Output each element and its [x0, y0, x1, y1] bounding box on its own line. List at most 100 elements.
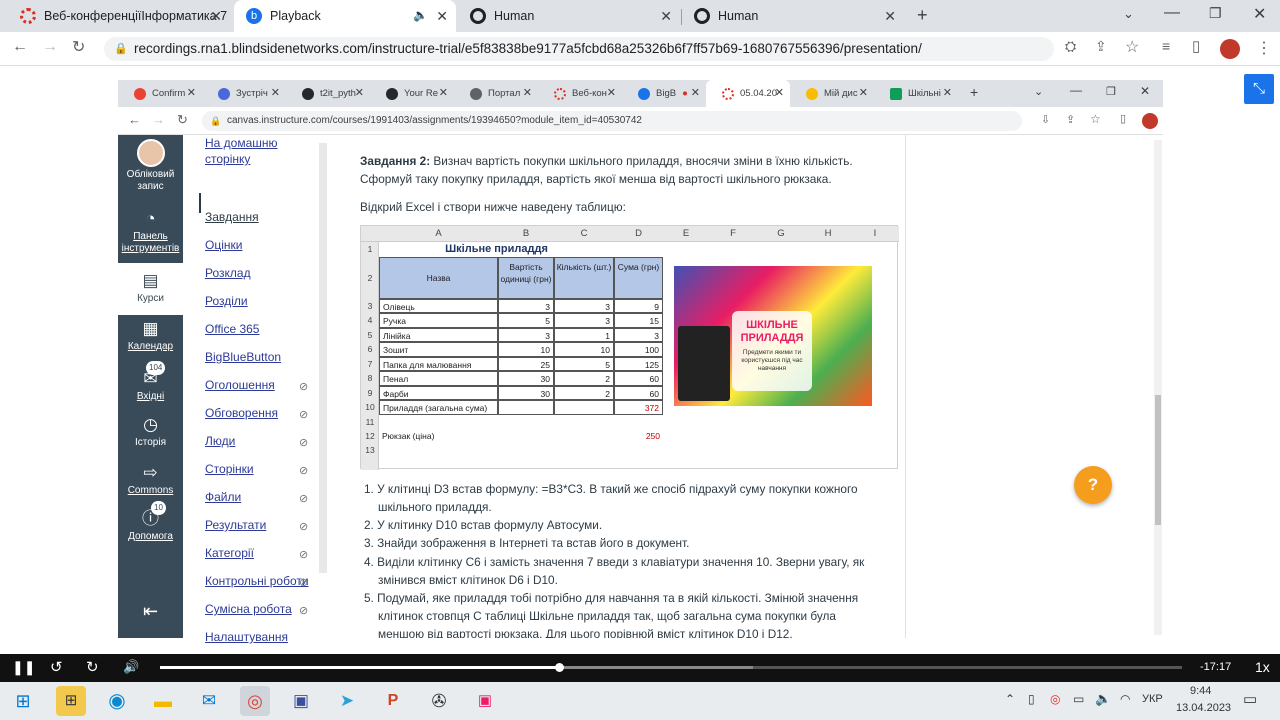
edge-icon[interactable]: ◉ [102, 686, 132, 716]
windows-start-icon[interactable]: ⊞ [8, 686, 38, 716]
reload-icon[interactable]: ↻ [72, 37, 85, 57]
bbb-favicon-icon [20, 8, 36, 24]
tab-human-1[interactable]: Human ✕ [458, 0, 680, 32]
hidden-eye-icon: ⊘ [299, 577, 309, 589]
table-cell: 9 [614, 299, 663, 313]
task-paragraph-2: Сформуй таку покупку приладдя, вартість … [360, 172, 832, 186]
url-field[interactable]: 🔒 recordings.rna1.blindsidenetworks.com/… [104, 37, 1054, 61]
wifi-icon[interactable]: ◠ [1120, 692, 1130, 706]
page-scrollbar-thumb [1155, 395, 1161, 525]
excel-sheet-image: A B C D E F G H I 1 2 3 4 5 6 7 8 9 10 11 12 13 Шкільне прилад… [360, 225, 899, 470]
column-header: G [777, 228, 785, 239]
lock-icon: 🔒 [210, 116, 222, 126]
share-icon[interactable]: ⇪ [1095, 38, 1107, 55]
minimize-icon: — [1070, 83, 1082, 97]
backpack-label: Рюкзак (ціна) [382, 431, 435, 441]
chrome-tray-icon[interactable]: ◎ [1050, 692, 1060, 706]
file-explorer-icon[interactable]: ▬ [148, 686, 178, 716]
course-nav-item: Обговорення [205, 406, 279, 420]
tab-search-icon[interactable]: ⌄ [1123, 6, 1134, 22]
inner-tab: t2it_pyth ✕ [286, 80, 370, 107]
step-5-cont: клітинок стовпця C таблиці Шкільне прила… [378, 609, 836, 623]
step-4-cont: змінився вміст клітинок D6 і D10. [378, 573, 558, 587]
row-number: 9 [367, 388, 373, 398]
bbb-logo-icon [638, 87, 650, 100]
inner-tab-active: 05.04.20 ✕ [706, 80, 790, 107]
inner-tab: Веб-кон ✕ [538, 80, 622, 107]
rewind-icon[interactable]: ↺ [50, 658, 63, 676]
course-nav-item: BigBlueButton [205, 350, 282, 364]
new-tab-icon[interactable]: + [917, 5, 928, 26]
table-cell: 3 [498, 299, 554, 313]
table-cell: 100 [614, 342, 663, 357]
tab-webconf[interactable]: Веб-конференціїІнформатика 7 ✕ [8, 0, 230, 32]
tab-playback[interactable]: b Playback 🔈 ✕ [234, 0, 456, 32]
telegram-icon[interactable]: ➤ [332, 686, 362, 716]
playback-speed[interactable]: 1x [1255, 659, 1270, 675]
close-icon[interactable]: ✕ [660, 8, 672, 25]
volume-tray-icon[interactable]: 🔈 [1095, 691, 1111, 707]
profile-avatar[interactable] [1220, 39, 1240, 59]
table-cell: Зошит [379, 342, 498, 357]
tab-human-2[interactable]: Human ✕ [682, 0, 904, 32]
bookmark-star-icon[interactable]: ☆ [1125, 37, 1139, 57]
bbb-logo-icon: b [246, 8, 262, 24]
minimize-icon[interactable]: — [1164, 4, 1180, 22]
language-indicator[interactable]: УКР [1142, 693, 1163, 705]
course-nav-item: Категорії [205, 546, 254, 560]
side-panel-icon[interactable]: ▯ [1192, 37, 1200, 55]
close-icon[interactable]: ✕ [436, 8, 448, 25]
profile-avatar [1142, 113, 1158, 129]
tray-expand-icon[interactable]: ⌃ [1005, 692, 1015, 706]
portal-icon [470, 87, 482, 100]
lock-icon: 🔒 [114, 43, 128, 55]
inner-tab-bar: Confirm ✕ Зустріч ✕ t2it_pyth ✕ Your Re ✕ По… [118, 80, 1163, 107]
progress-handle[interactable] [554, 663, 564, 672]
hidden-eye-icon: ⊘ [299, 549, 309, 561]
forward-icon[interactable]: → [42, 38, 58, 56]
step-2: 2. У клітинку D10 встав формулу Автосуми… [364, 518, 603, 532]
back-icon[interactable]: ← [12, 38, 28, 56]
notifications-icon[interactable]: ▭ [1243, 690, 1257, 708]
reading-list-icon[interactable]: ≡ [1162, 38, 1170, 54]
table-header: Кількість (шт.) [554, 257, 614, 299]
camera-app-icon[interactable]: ✇ [424, 686, 454, 716]
close-icon[interactable]: ✕ [210, 8, 222, 25]
course-nav-item: Файли [205, 490, 242, 504]
table-cell: 25 [498, 357, 554, 371]
table-header: Сума (грн) [614, 257, 663, 299]
translate-icon[interactable]: ⛭ [1065, 38, 1076, 55]
menu-icon[interactable]: ⋮ [1256, 38, 1272, 58]
battery-icon[interactable]: ▭ [1073, 692, 1084, 706]
store-icon[interactable]: ⊞ [56, 686, 86, 716]
image-caption-card: ШКІЛЬНЕ ПРИЛАДДЯ Предмети якими ти корист… [732, 311, 812, 391]
volume-icon[interactable]: 🔊 [123, 659, 139, 675]
pause-icon[interactable]: ❚❚ [12, 659, 35, 676]
step-5: 5. Подумай, яке приладдя тобі потрібно д… [364, 591, 859, 605]
close-window-icon[interactable]: ✕ [1253, 4, 1266, 24]
clock-time[interactable]: 9:44 [1190, 685, 1211, 697]
row-number: 12 [365, 431, 375, 441]
course-nav-item: Оголошення [205, 378, 275, 392]
save-icon[interactable]: ▣ [286, 686, 316, 716]
tray-app-icon[interactable]: ▯ [1028, 692, 1035, 706]
close-icon: ✕ [522, 87, 532, 99]
restore-icon[interactable]: ❐ [1209, 5, 1222, 22]
progress-track[interactable] [160, 663, 1182, 672]
table-cell: Пенал [379, 371, 498, 386]
chrome-icon[interactable]: ◎ [240, 686, 270, 716]
total-label: Приладдя (загальна сума) [379, 400, 498, 415]
mail-icon[interactable]: ✉ [194, 686, 224, 716]
powerpoint-icon[interactable]: P [378, 686, 408, 716]
image-subtitle: Предмети якими ти користуєшся під час на… [741, 349, 803, 372]
clock-date[interactable]: 13.04.2023 [1176, 702, 1231, 714]
course-nav-item: Завдання [205, 210, 259, 224]
media-app-icon[interactable]: ▣ [470, 686, 500, 716]
speaker-icon[interactable]: 🔈 [413, 8, 428, 22]
forward-skip-icon[interactable]: ↻ [86, 658, 99, 676]
progress-played [160, 666, 559, 669]
close-icon[interactable]: ✕ [884, 8, 896, 25]
column-header: H [824, 228, 832, 239]
sheet-title: Шкільне приладдя [445, 243, 548, 255]
exit-fullscreen-icon[interactable]: ⤡ [1244, 74, 1274, 104]
